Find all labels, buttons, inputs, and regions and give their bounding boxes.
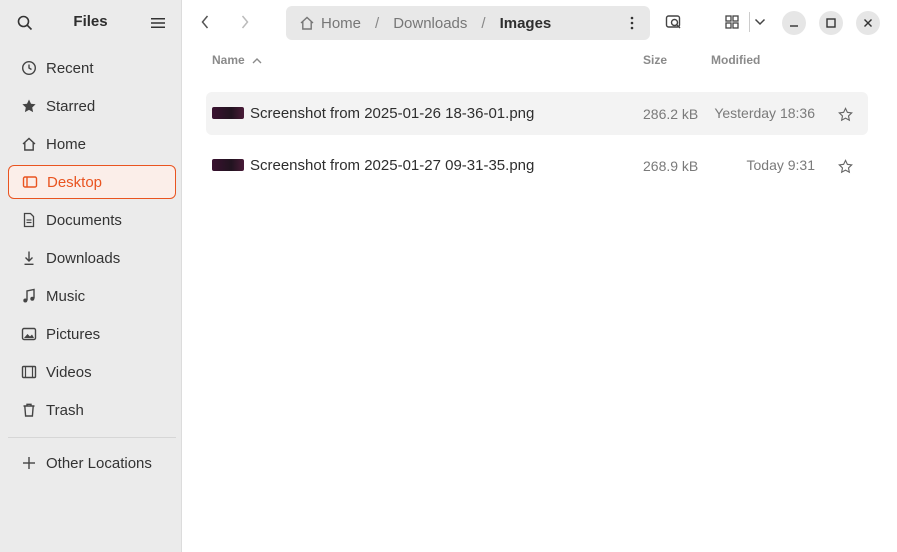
sidebar-item-starred[interactable]: Starred: [8, 89, 176, 123]
sidebar-header: Files: [0, 0, 181, 44]
music-icon: [20, 287, 38, 305]
image-thumbnail: [212, 107, 244, 119]
files-window: Files Recent Starred Home Desktop Docume…: [0, 0, 897, 552]
star-icon: [20, 97, 38, 115]
sort-ascending-icon: [252, 57, 262, 63]
forward-button[interactable]: [232, 9, 258, 35]
document-icon: [20, 211, 38, 229]
column-header-name[interactable]: Name: [212, 53, 262, 67]
breadcrumb-label: Downloads: [393, 14, 468, 32]
breadcrumb-home[interactable]: Home: [299, 15, 361, 32]
sidebar-item-pictures[interactable]: Pictures: [8, 317, 176, 351]
sidebar-item-trash[interactable]: Trash: [8, 393, 176, 427]
file-modified: Today 9:31: [746, 157, 816, 173]
sidebar-item-music[interactable]: Music: [8, 279, 176, 313]
search-files-button[interactable]: [661, 9, 687, 35]
column-header-bar: Name Size Modified: [182, 44, 897, 76]
sidebar-item-recent[interactable]: Recent: [8, 51, 176, 85]
sidebar-item-desktop[interactable]: Desktop: [8, 165, 176, 199]
desktop-icon: [21, 173, 39, 191]
breadcrumb-separator: /: [481, 14, 486, 32]
sidebar-item-label: Desktop: [47, 173, 103, 191]
header-bar: Home / Downloads / Images: [182, 0, 897, 44]
sidebar-item-label: Trash: [46, 401, 84, 419]
grid-view-icon: [725, 15, 739, 29]
file-row[interactable]: Screenshot from 2025-01-27 09-31-35.png …: [206, 144, 868, 187]
sidebar: Files Recent Starred Home Desktop Docume…: [0, 0, 182, 552]
hamburger-menu-icon: [151, 18, 165, 28]
file-modified: Yesterday 18:36: [714, 105, 815, 121]
star-outline-icon: [837, 158, 853, 173]
breadcrumb-label: Home: [321, 14, 362, 32]
plus-icon: [20, 454, 38, 472]
main-menu-button[interactable]: [147, 12, 169, 34]
search-button[interactable]: [14, 12, 36, 34]
home-icon: [300, 16, 314, 30]
sidebar-divider: [8, 437, 176, 438]
sidebar-item-label: Other Locations: [46, 454, 152, 472]
sidebar-item-other-locations[interactable]: Other Locations: [8, 446, 176, 480]
sidebar-item-label: Videos: [46, 363, 92, 381]
sidebar-other-locations-group: Other Locations: [8, 446, 176, 484]
maximize-button[interactable]: [819, 11, 843, 35]
search-folder-icon: [665, 15, 681, 29]
close-icon: [864, 19, 872, 27]
minimize-icon: [790, 25, 798, 27]
sidebar-item-videos[interactable]: Videos: [8, 355, 176, 389]
download-icon: [20, 249, 38, 267]
file-name: Screenshot from 2025-01-27 09-31-35.png: [250, 157, 535, 174]
sidebar-places: Recent Starred Home Desktop Documents Do…: [8, 51, 176, 431]
back-button[interactable]: [192, 9, 218, 35]
grid-view-button[interactable]: [719, 9, 745, 35]
sidebar-item-label: Starred: [46, 97, 96, 115]
breadcrumb-downloads[interactable]: Downloads: [393, 15, 467, 32]
column-label: Size: [643, 53, 668, 67]
star-outline-icon: [837, 106, 853, 121]
home-icon: [20, 135, 38, 153]
sidebar-item-label: Music: [46, 287, 86, 305]
sidebar-item-home[interactable]: Home: [8, 127, 176, 161]
sidebar-item-label: Pictures: [46, 325, 101, 343]
sidebar-item-label: Recent: [46, 59, 94, 77]
breadcrumb-label: Images: [499, 14, 552, 32]
sidebar-item-downloads[interactable]: Downloads: [8, 241, 176, 275]
search-icon: [17, 15, 33, 31]
breadcrumb-images[interactable]: Images: [500, 15, 552, 32]
column-label: Name: [212, 53, 245, 67]
sidebar-item-label: Downloads: [46, 249, 121, 267]
chevron-right-icon: [241, 15, 249, 29]
file-size: 286.2 kB: [643, 106, 699, 122]
trash-icon: [20, 401, 38, 419]
minimize-button[interactable]: [782, 11, 806, 35]
close-button[interactable]: [856, 11, 880, 35]
vertical-dots-icon: [630, 16, 634, 30]
star-toggle-button[interactable]: [836, 157, 854, 175]
chevron-left-icon: [201, 15, 209, 29]
file-list: Screenshot from 2025-01-26 18-36-01.png …: [206, 92, 868, 196]
path-menu-button[interactable]: [624, 15, 640, 31]
path-bar: Home / Downloads / Images: [286, 6, 650, 40]
video-icon: [20, 363, 38, 381]
star-toggle-button[interactable]: [836, 105, 854, 123]
file-name: Screenshot from 2025-01-26 18-36-01.png: [250, 105, 535, 122]
sidebar-item-label: Documents: [46, 211, 122, 229]
breadcrumb-separator: /: [375, 14, 380, 32]
file-size: 268.9 kB: [643, 158, 699, 174]
column-header-modified[interactable]: Modified: [711, 53, 760, 67]
picture-icon: [20, 325, 38, 343]
column-label: Modified: [711, 53, 761, 67]
sidebar-item-label: Home: [46, 135, 87, 153]
file-row[interactable]: Screenshot from 2025-01-26 18-36-01.png …: [206, 92, 868, 135]
clock-icon: [20, 59, 38, 77]
maximize-icon: [826, 18, 836, 28]
view-options-button[interactable]: [747, 9, 773, 35]
column-header-size[interactable]: Size: [643, 53, 667, 67]
sidebar-item-documents[interactable]: Documents: [8, 203, 176, 237]
image-thumbnail: [212, 159, 244, 171]
chevron-down-icon: [754, 18, 766, 26]
